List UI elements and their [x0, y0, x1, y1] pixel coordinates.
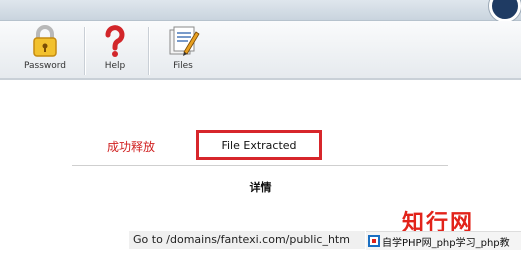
site-logo-icon — [368, 235, 380, 247]
watermark-strip: 自学PHP网_php学习_php教 — [366, 231, 521, 250]
files-button[interactable]: Files — [163, 23, 203, 77]
toolbar-separator — [84, 27, 85, 75]
help-button[interactable]: Help — [99, 23, 131, 77]
goto-path-link[interactable]: Go to /domains/fantexi.com/public_htm — [129, 231, 365, 249]
password-button[interactable]: Password — [20, 23, 70, 77]
files-label: Files — [173, 61, 193, 71]
details-heading: 详情 — [249, 181, 272, 194]
question-mark-icon — [105, 25, 125, 57]
logo-globe-icon — [489, 0, 521, 22]
toolbar: Password Help Files — [0, 21, 521, 80]
success-message: 成功释放 — [107, 140, 156, 154]
help-label: Help — [104, 61, 126, 71]
password-label: Password — [23, 61, 67, 71]
watermark-strip-text: 自学PHP网_php学习_php教 — [382, 237, 510, 249]
divider — [72, 165, 448, 166]
toolbar-separator — [148, 27, 149, 75]
files-icon — [169, 26, 200, 56]
extraction-result-text: File Extracted — [221, 138, 297, 152]
lock-icon — [33, 25, 57, 57]
extraction-result-box: File Extracted — [196, 130, 322, 160]
top-banner — [0, 0, 521, 22]
